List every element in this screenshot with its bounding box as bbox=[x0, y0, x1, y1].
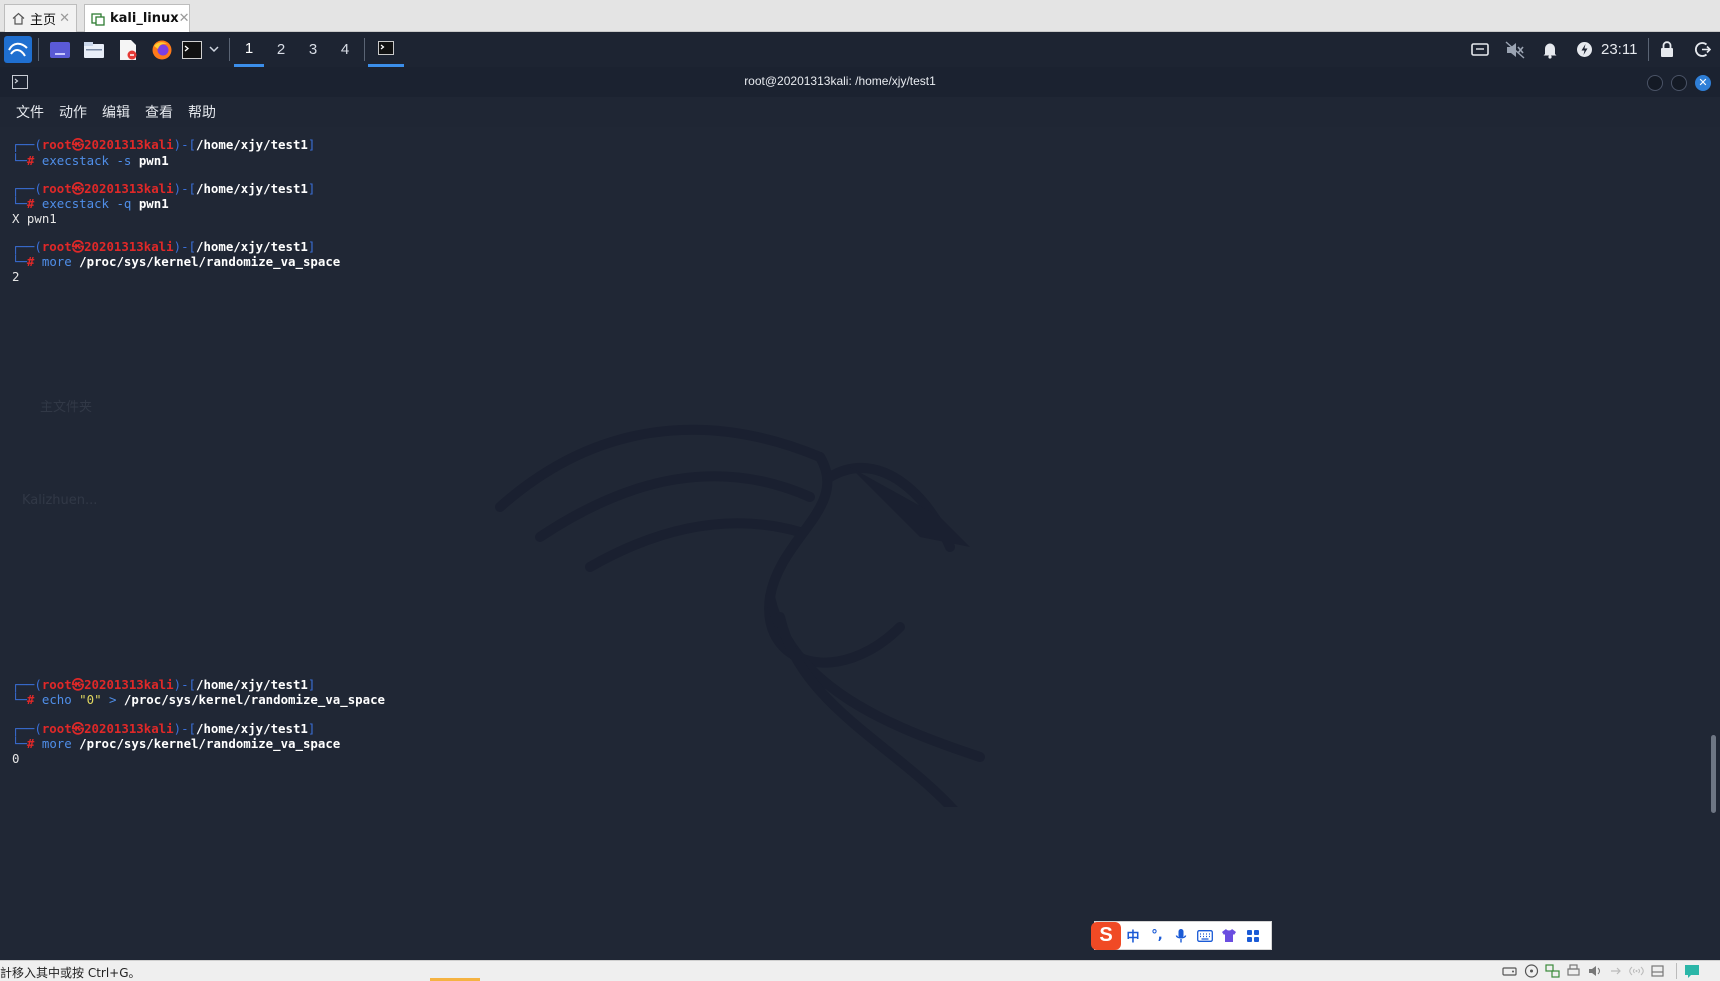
sound-icon[interactable] bbox=[1587, 964, 1602, 978]
desktop-ghost-label: 主文件夹 bbox=[40, 400, 93, 415]
menu-help[interactable]: 帮助 bbox=[188, 102, 216, 122]
home-icon bbox=[11, 12, 25, 26]
storage-icon[interactable] bbox=[1650, 964, 1665, 978]
taskbar-terminal-button[interactable] bbox=[368, 32, 404, 67]
close-icon[interactable]: ✕ bbox=[59, 11, 70, 26]
terminal-window[interactable]: root@20201313kali: /home/xjy/test1 ✕ 文件 … bbox=[0, 67, 1720, 960]
ime-toolbar[interactable]: S 中 °, bbox=[1091, 921, 1272, 950]
command-line: └─# execstack -q pwn1 bbox=[12, 196, 169, 211]
window-title: root@20201313kali: /home/xjy/test1 bbox=[744, 74, 936, 88]
show-desktop-icon[interactable] bbox=[47, 36, 73, 63]
clock[interactable]: 23:11 bbox=[1601, 32, 1637, 67]
menu-actions[interactable]: 动作 bbox=[59, 102, 87, 122]
message-icon[interactable] bbox=[1684, 964, 1700, 978]
status-hint: 計移入其中或按 Ctrl+G。 bbox=[0, 966, 141, 980]
workspace-4[interactable]: 4 bbox=[330, 32, 360, 67]
panel-separator bbox=[1648, 38, 1649, 61]
notification-bell-icon[interactable] bbox=[1539, 36, 1561, 63]
desktop-ghost-label: Kalizhuen... bbox=[22, 493, 98, 508]
close-button[interactable]: ✕ bbox=[1695, 75, 1711, 91]
sogou-logo-icon[interactable]: S bbox=[1091, 921, 1121, 950]
usb-icon[interactable] bbox=[1608, 964, 1623, 978]
command-line: └─# more /proc/sys/kernel/randomize_va_s… bbox=[12, 736, 341, 751]
prompt-line: ┌──(root㉿20201313kali)-[/home/xjy/test1] bbox=[12, 137, 316, 152]
menu-file[interactable]: 文件 bbox=[16, 102, 44, 122]
lock-icon[interactable] bbox=[1656, 36, 1678, 63]
close-icon[interactable]: ✕ bbox=[179, 11, 190, 26]
text-editor-icon[interactable] bbox=[115, 36, 141, 63]
keyboard-icon[interactable] bbox=[1193, 924, 1217, 948]
scrollbar[interactable] bbox=[1711, 735, 1716, 813]
chevron-down-icon[interactable] bbox=[205, 36, 223, 63]
kali-menu-icon[interactable] bbox=[4, 36, 32, 63]
panel-separator bbox=[364, 38, 365, 61]
network-icon[interactable] bbox=[1545, 964, 1560, 978]
top-panel: 1 2 3 4 23:11 bbox=[0, 32, 1720, 67]
command-line: └─# echo "0" > /proc/sys/kernel/randomiz… bbox=[12, 692, 386, 707]
command-output: 2 bbox=[12, 269, 20, 284]
menu-edit[interactable]: 编辑 bbox=[102, 102, 130, 122]
panel-separator bbox=[229, 38, 230, 61]
minimize-button[interactable] bbox=[1647, 75, 1663, 91]
command-line: └─# execstack -s pwn1 bbox=[12, 153, 169, 168]
ime-punctuation-toggle[interactable]: °, bbox=[1145, 924, 1169, 948]
menu-view[interactable]: 查看 bbox=[145, 102, 173, 122]
prompt-line: ┌──(root㉿20201313kali)-[/home/xjy/test1] bbox=[12, 239, 316, 254]
file-manager-icon[interactable] bbox=[81, 36, 107, 63]
microphone-icon[interactable] bbox=[1169, 924, 1193, 948]
workspace-3[interactable]: 3 bbox=[298, 32, 328, 67]
ime-language-toggle[interactable]: 中 bbox=[1121, 924, 1145, 948]
terminal-icon bbox=[378, 41, 394, 55]
skin-shirt-icon[interactable] bbox=[1217, 924, 1241, 948]
hard-disk-icon[interactable] bbox=[1502, 964, 1517, 978]
vm-status-bar: 計移入其中或按 Ctrl+G。 bbox=[0, 960, 1720, 981]
vm-tab-home[interactable]: 主页 ✕ bbox=[4, 4, 77, 32]
power-plug-icon[interactable] bbox=[1573, 36, 1595, 63]
terminal-output[interactable]: 主文件夹 Kalizhuen... ┌──(root㉿20201313kali)… bbox=[0, 127, 1705, 960]
vm-tab-label: kali_linux bbox=[110, 11, 179, 26]
terminal-launcher-icon[interactable] bbox=[181, 36, 203, 63]
wireless-icon[interactable] bbox=[1629, 964, 1644, 978]
workspace-2[interactable]: 2 bbox=[266, 32, 296, 67]
cd-drive-icon[interactable] bbox=[1524, 964, 1539, 978]
maximize-button[interactable] bbox=[1671, 75, 1687, 91]
vm-tab-kali[interactable]: kali_linux ✕ bbox=[84, 4, 190, 32]
command-output: 0 bbox=[12, 751, 20, 766]
logout-icon[interactable] bbox=[1691, 36, 1713, 63]
prompt-line: ┌──(root㉿20201313kali)-[/home/xjy/test1] bbox=[12, 721, 316, 736]
kali-dragon-watermark-icon bbox=[495, 424, 985, 807]
window-titlebar[interactable]: root@20201313kali: /home/xjy/test1 ✕ bbox=[0, 67, 1720, 97]
vm-icon bbox=[91, 12, 105, 26]
prompt-line: ┌──(root㉿20201313kali)-[/home/xjy/test1] bbox=[12, 677, 316, 692]
prompt-line: ┌──(root㉿20201313kali)-[/home/xjy/test1] bbox=[12, 181, 316, 196]
vm-tab-label: 主页 bbox=[30, 13, 57, 28]
workspace-1[interactable]: 1 bbox=[234, 32, 264, 67]
command-output: X pwn1 bbox=[12, 211, 57, 226]
printer-icon[interactable] bbox=[1566, 964, 1581, 978]
vm-tab-strip: 主页 ✕ kali_linux ✕ bbox=[0, 0, 1720, 32]
display-icon[interactable] bbox=[1469, 36, 1491, 63]
volume-muted-icon[interactable] bbox=[1504, 36, 1526, 63]
command-line: └─# more /proc/sys/kernel/randomize_va_s… bbox=[12, 254, 341, 269]
panel-separator bbox=[38, 38, 39, 61]
menubar: 文件 动作 编辑 查看 帮助 bbox=[0, 97, 1720, 127]
firefox-icon[interactable] bbox=[149, 36, 175, 63]
status-separator bbox=[1676, 963, 1677, 979]
toolbox-grid-icon[interactable] bbox=[1241, 924, 1265, 948]
